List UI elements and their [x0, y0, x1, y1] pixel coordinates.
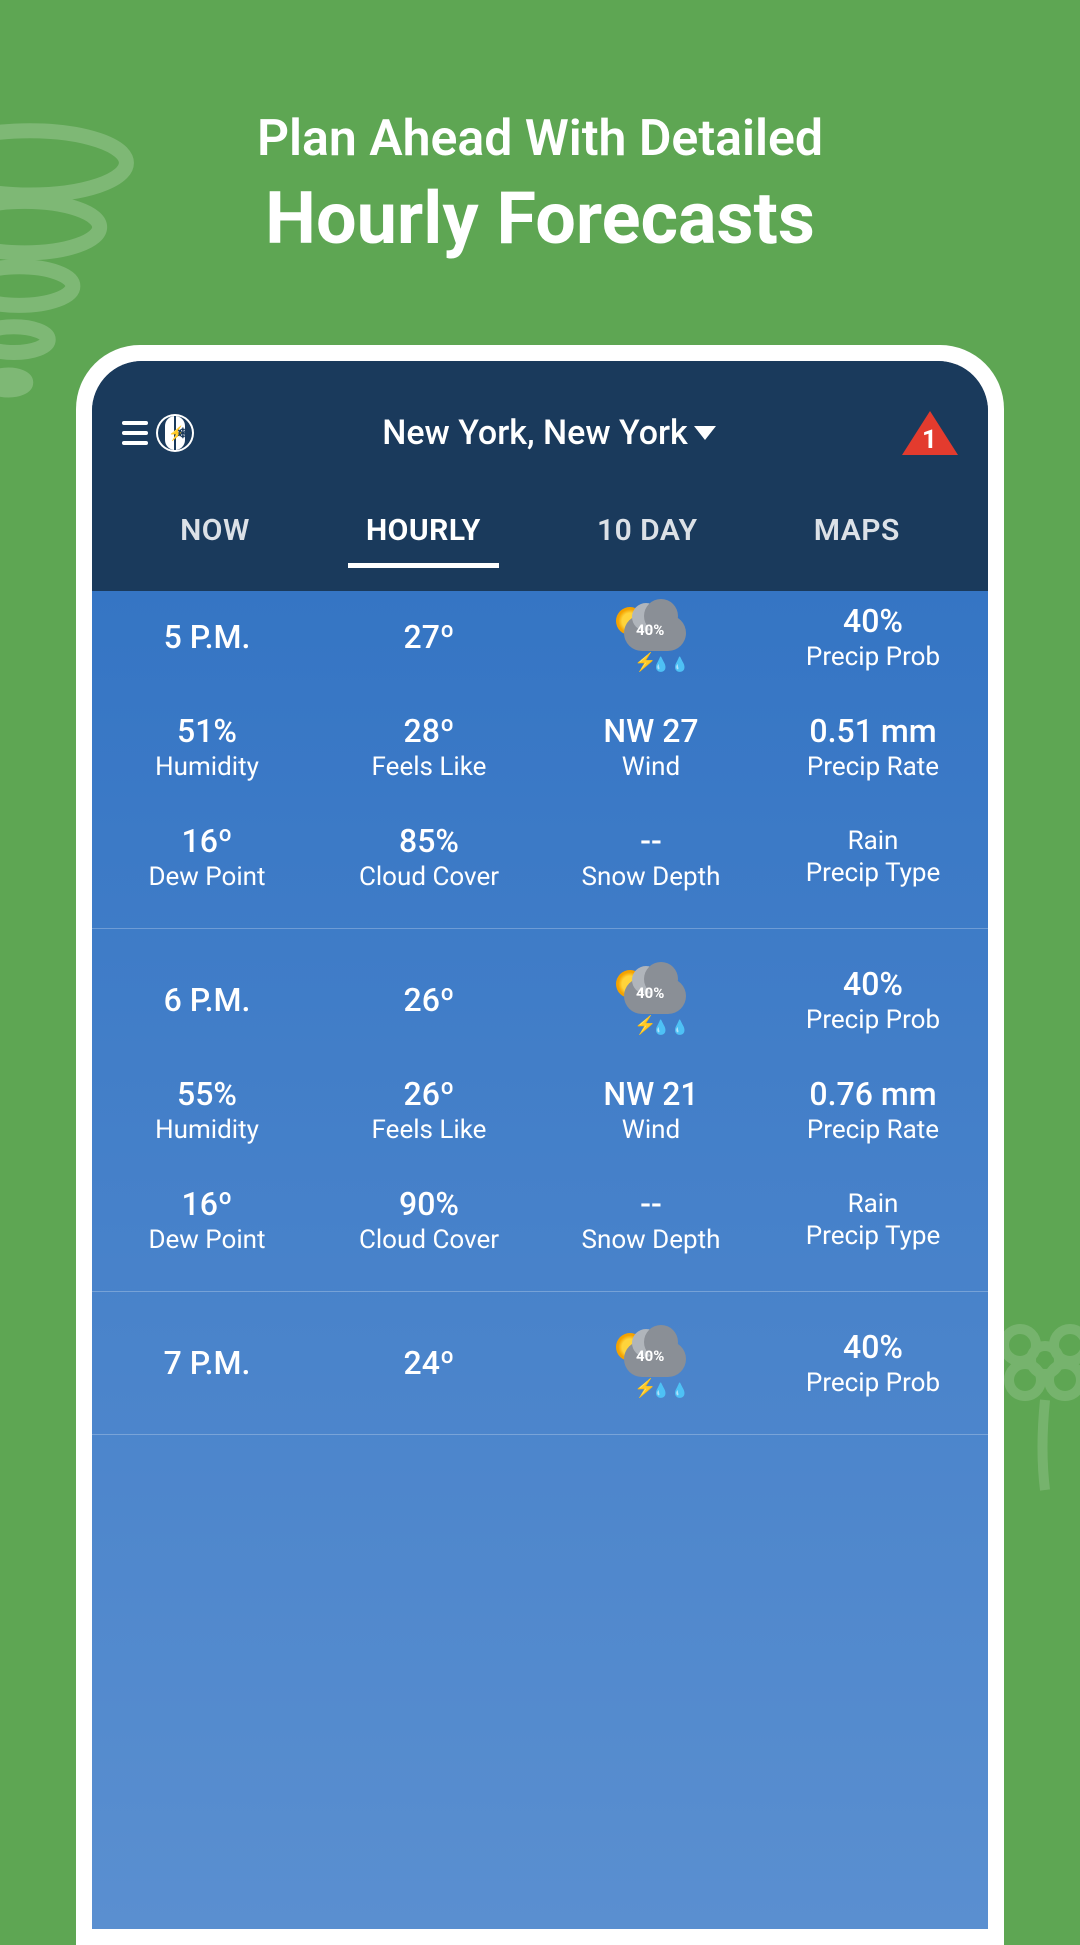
cloud-cover-cell: 85% Cloud Cover [318, 822, 540, 892]
humidity-cell: 51% Humidity [96, 712, 318, 782]
precip-rate-cell: 0.51 mm Precip Rate [762, 712, 984, 782]
temp-cell: 24º [318, 1328, 540, 1398]
tab-10day[interactable]: 10 DAY [589, 497, 706, 566]
tab-maps[interactable]: MAPS [806, 497, 908, 566]
hourly-list[interactable]: 5 P.M. 27º 40% ⚡💧💧 40% Precip Prob [92, 566, 988, 1435]
weather-icon-cell: 40% ⚡💧💧 [540, 1328, 762, 1398]
thunderstorm-icon: 40% ⚡💧💧 [606, 1333, 696, 1393]
precip-type-cell: Rain Precip Type [762, 1185, 984, 1255]
time-cell: 5 P.M. [96, 602, 318, 672]
alert-badge[interactable]: 1 [902, 411, 958, 455]
phone-frame: ⚡ ❄ New York, New York 1 NOW HOURLY 10 D… [76, 345, 1004, 1945]
time-cell: 7 P.M. [96, 1328, 318, 1398]
menu-button[interactable]: ⚡ ❄ [122, 412, 196, 454]
precip-rate-cell: 0.76 mm Precip Rate [762, 1075, 984, 1145]
phone-screen: ⚡ ❄ New York, New York 1 NOW HOURLY 10 D… [92, 361, 988, 1929]
dew-point-cell: 16º Dew Point [96, 1185, 318, 1255]
snow-depth-cell: -- Snow Depth [540, 822, 762, 892]
tab-now[interactable]: NOW [172, 497, 258, 566]
precip-prob-cell: 40% Precip Prob [762, 1328, 984, 1398]
chevron-down-icon [694, 426, 716, 440]
weatherbug-logo-icon: ⚡ ❄ [154, 412, 196, 454]
location-text: New York, New York [382, 413, 688, 453]
weather-icon-cell: 40% ⚡💧💧 [540, 602, 762, 672]
precip-prob-cell: 40% Precip Prob [762, 602, 984, 672]
time-cell: 6 P.M. [96, 965, 318, 1035]
humidity-cell: 55% Humidity [96, 1075, 318, 1145]
tab-hourly[interactable]: HOURLY [358, 497, 489, 566]
svg-text:❄: ❄ [177, 426, 189, 442]
temp-cell: 26º [318, 965, 540, 1035]
hour-block[interactable]: 7 P.M. 24º 40% ⚡💧💧 40% Precip Prob [92, 1292, 988, 1435]
temp-cell: 27º [318, 602, 540, 672]
feels-like-cell: 28º Feels Like [318, 712, 540, 782]
cloud-cover-cell: 90% Cloud Cover [318, 1185, 540, 1255]
hour-block[interactable]: 6 P.M. 26º 40% ⚡💧💧 40% Precip Prob [92, 929, 988, 1292]
tabs: NOW HOURLY 10 DAY MAPS [122, 485, 958, 566]
promo-subtitle: Plan Ahead With Detailed [0, 110, 1080, 168]
app-header: ⚡ ❄ New York, New York 1 NOW HOURLY 10 D… [92, 361, 988, 566]
snow-depth-cell: -- Snow Depth [540, 1185, 762, 1255]
thunderstorm-icon: 40% ⚡💧💧 [606, 607, 696, 667]
hamburger-icon [122, 421, 148, 445]
wind-cell: NW 27 Wind [540, 712, 762, 782]
precip-prob-cell: 40% Precip Prob [762, 965, 984, 1035]
location-selector[interactable]: New York, New York [382, 413, 716, 453]
wind-cell: NW 21 Wind [540, 1075, 762, 1145]
hour-block[interactable]: 5 P.M. 27º 40% ⚡💧💧 40% Precip Prob [92, 566, 988, 929]
weather-icon-cell: 40% ⚡💧💧 [540, 965, 762, 1035]
dew-point-cell: 16º Dew Point [96, 822, 318, 892]
promo-title: Hourly Forecasts [0, 176, 1080, 261]
feels-like-cell: 26º Feels Like [318, 1075, 540, 1145]
thunderstorm-icon: 40% ⚡💧💧 [606, 970, 696, 1030]
alert-count: 1 [922, 425, 937, 455]
promo-header: Plan Ahead With Detailed Hourly Forecast… [0, 0, 1080, 261]
precip-type-cell: Rain Precip Type [762, 822, 984, 892]
